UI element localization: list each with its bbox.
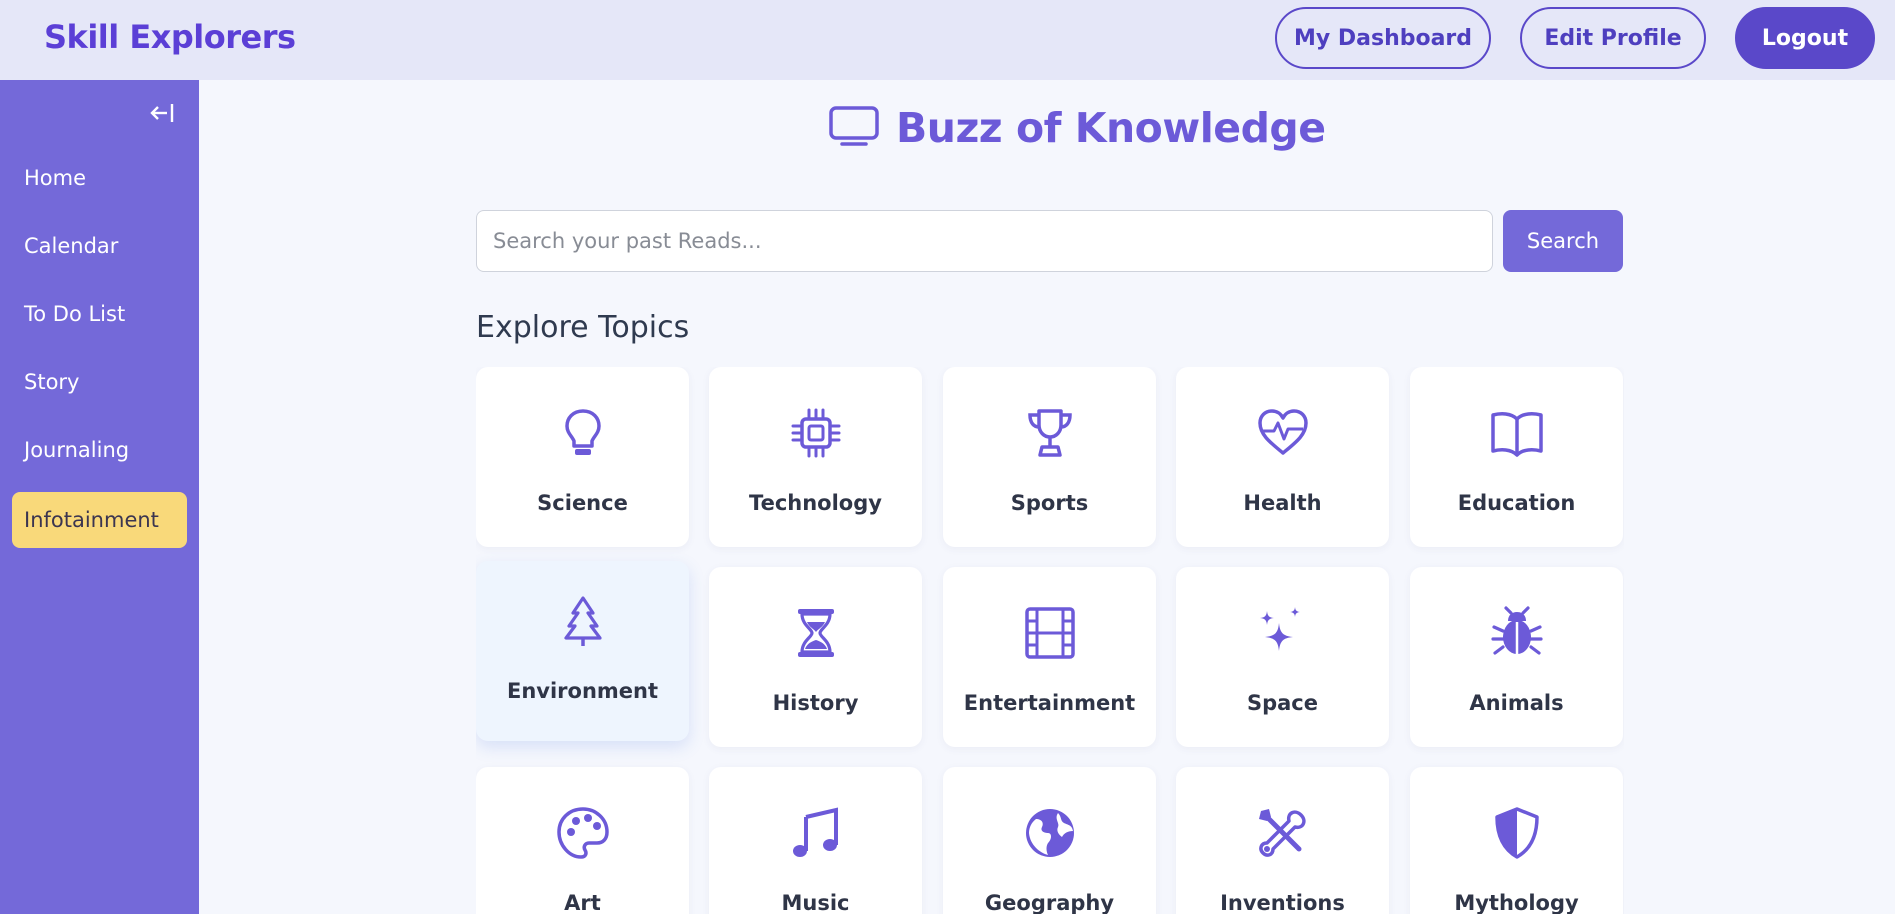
shield-icon	[1489, 805, 1545, 861]
chip-icon	[788, 405, 844, 461]
bug-icon	[1489, 605, 1545, 661]
sidebar-item-label: Story	[24, 370, 80, 394]
brand-logo[interactable]: Skill Explorers	[44, 18, 296, 56]
topic-card-entertainment[interactable]: Entertainment	[943, 567, 1156, 747]
topic-card-health[interactable]: Health	[1176, 367, 1389, 547]
topic-label: Technology	[749, 491, 882, 515]
tree-icon	[555, 593, 611, 649]
topic-card-inventions[interactable]: Inventions	[1176, 767, 1389, 914]
hourglass-icon	[788, 605, 844, 661]
my-dashboard-button[interactable]: My Dashboard	[1275, 7, 1491, 69]
collapse-sidebar-icon[interactable]	[148, 98, 178, 128]
sidebar-item-label: Infotainment	[24, 508, 159, 532]
topic-label: Health	[1243, 491, 1322, 515]
search-input[interactable]	[476, 210, 1493, 272]
topic-label: Space	[1246, 691, 1319, 715]
topic-card-sports[interactable]: Sports	[943, 367, 1156, 547]
topics-grid: Science Technology Sports Health Educati…	[476, 367, 1624, 914]
topic-label: Animals	[1469, 691, 1564, 715]
trophy-icon	[1022, 405, 1078, 461]
section-title: Explore Topics	[476, 310, 690, 345]
film-icon	[1022, 605, 1078, 661]
page-title: Buzz of Knowledge	[828, 98, 1326, 158]
topic-label: History	[772, 691, 859, 715]
globe-icon	[1022, 805, 1078, 861]
topic-label: Geography	[984, 891, 1115, 914]
topic-card-education[interactable]: Education	[1410, 367, 1623, 547]
topic-card-technology[interactable]: Technology	[709, 367, 922, 547]
sidebar-item-label: Journaling	[24, 438, 130, 462]
sparkles-icon	[1255, 605, 1311, 661]
topic-card-animals[interactable]: Animals	[1410, 567, 1623, 747]
topic-label: Sports	[1010, 491, 1089, 515]
sidebar-item-label: Home	[24, 166, 87, 190]
topic-card-geography[interactable]: Geography	[943, 767, 1156, 914]
topic-label: Inventions	[1220, 891, 1345, 914]
sidebar-item-infotainment[interactable]: Infotainment	[12, 492, 187, 548]
palette-icon	[555, 805, 611, 861]
page-title-text: Buzz of Knowledge	[896, 104, 1326, 152]
music-note-icon	[788, 805, 844, 861]
sidebar-item-story[interactable]: Story	[12, 354, 187, 410]
edit-profile-button[interactable]: Edit Profile	[1520, 7, 1706, 69]
sidebar-item-journaling[interactable]: Journaling	[12, 422, 187, 478]
topic-label: Science	[537, 491, 628, 515]
logout-button[interactable]: Logout	[1735, 7, 1875, 69]
topic-card-space[interactable]: Space	[1176, 567, 1389, 747]
topic-card-music[interactable]: Music	[709, 767, 922, 914]
sidebar-item-todo-list[interactable]: To Do List	[12, 286, 187, 342]
lightbulb-icon	[555, 405, 611, 461]
topic-label: Entertainment	[963, 691, 1136, 715]
topic-card-science[interactable]: Science	[476, 367, 689, 547]
search-button[interactable]: Search	[1503, 210, 1623, 272]
topic-label: Education	[1457, 491, 1576, 515]
sidebar-item-label: To Do List	[24, 302, 126, 326]
topic-card-history[interactable]: History	[709, 567, 922, 747]
sidebar-item-calendar[interactable]: Calendar	[12, 218, 187, 274]
topic-label: Music	[781, 891, 850, 914]
sidebar-item-home[interactable]: Home	[12, 150, 187, 206]
tools-icon	[1255, 805, 1311, 861]
topic-label: Environment	[506, 679, 659, 703]
heart-pulse-icon	[1255, 405, 1311, 461]
monitor-icon	[828, 105, 880, 151]
topic-card-environment[interactable]: Environment	[476, 561, 689, 741]
sidebar-item-label: Calendar	[24, 234, 119, 258]
topic-card-art[interactable]: Art	[476, 767, 689, 914]
book-icon	[1489, 405, 1545, 461]
topic-label: Mythology	[1454, 891, 1579, 914]
topic-label: Art	[564, 891, 601, 914]
topic-card-mythology[interactable]: Mythology	[1410, 767, 1623, 914]
sidebar: Home Calendar To Do List Story Journalin…	[0, 80, 199, 914]
top-bar: Skill Explorers My Dashboard Edit Profil…	[0, 0, 1895, 80]
